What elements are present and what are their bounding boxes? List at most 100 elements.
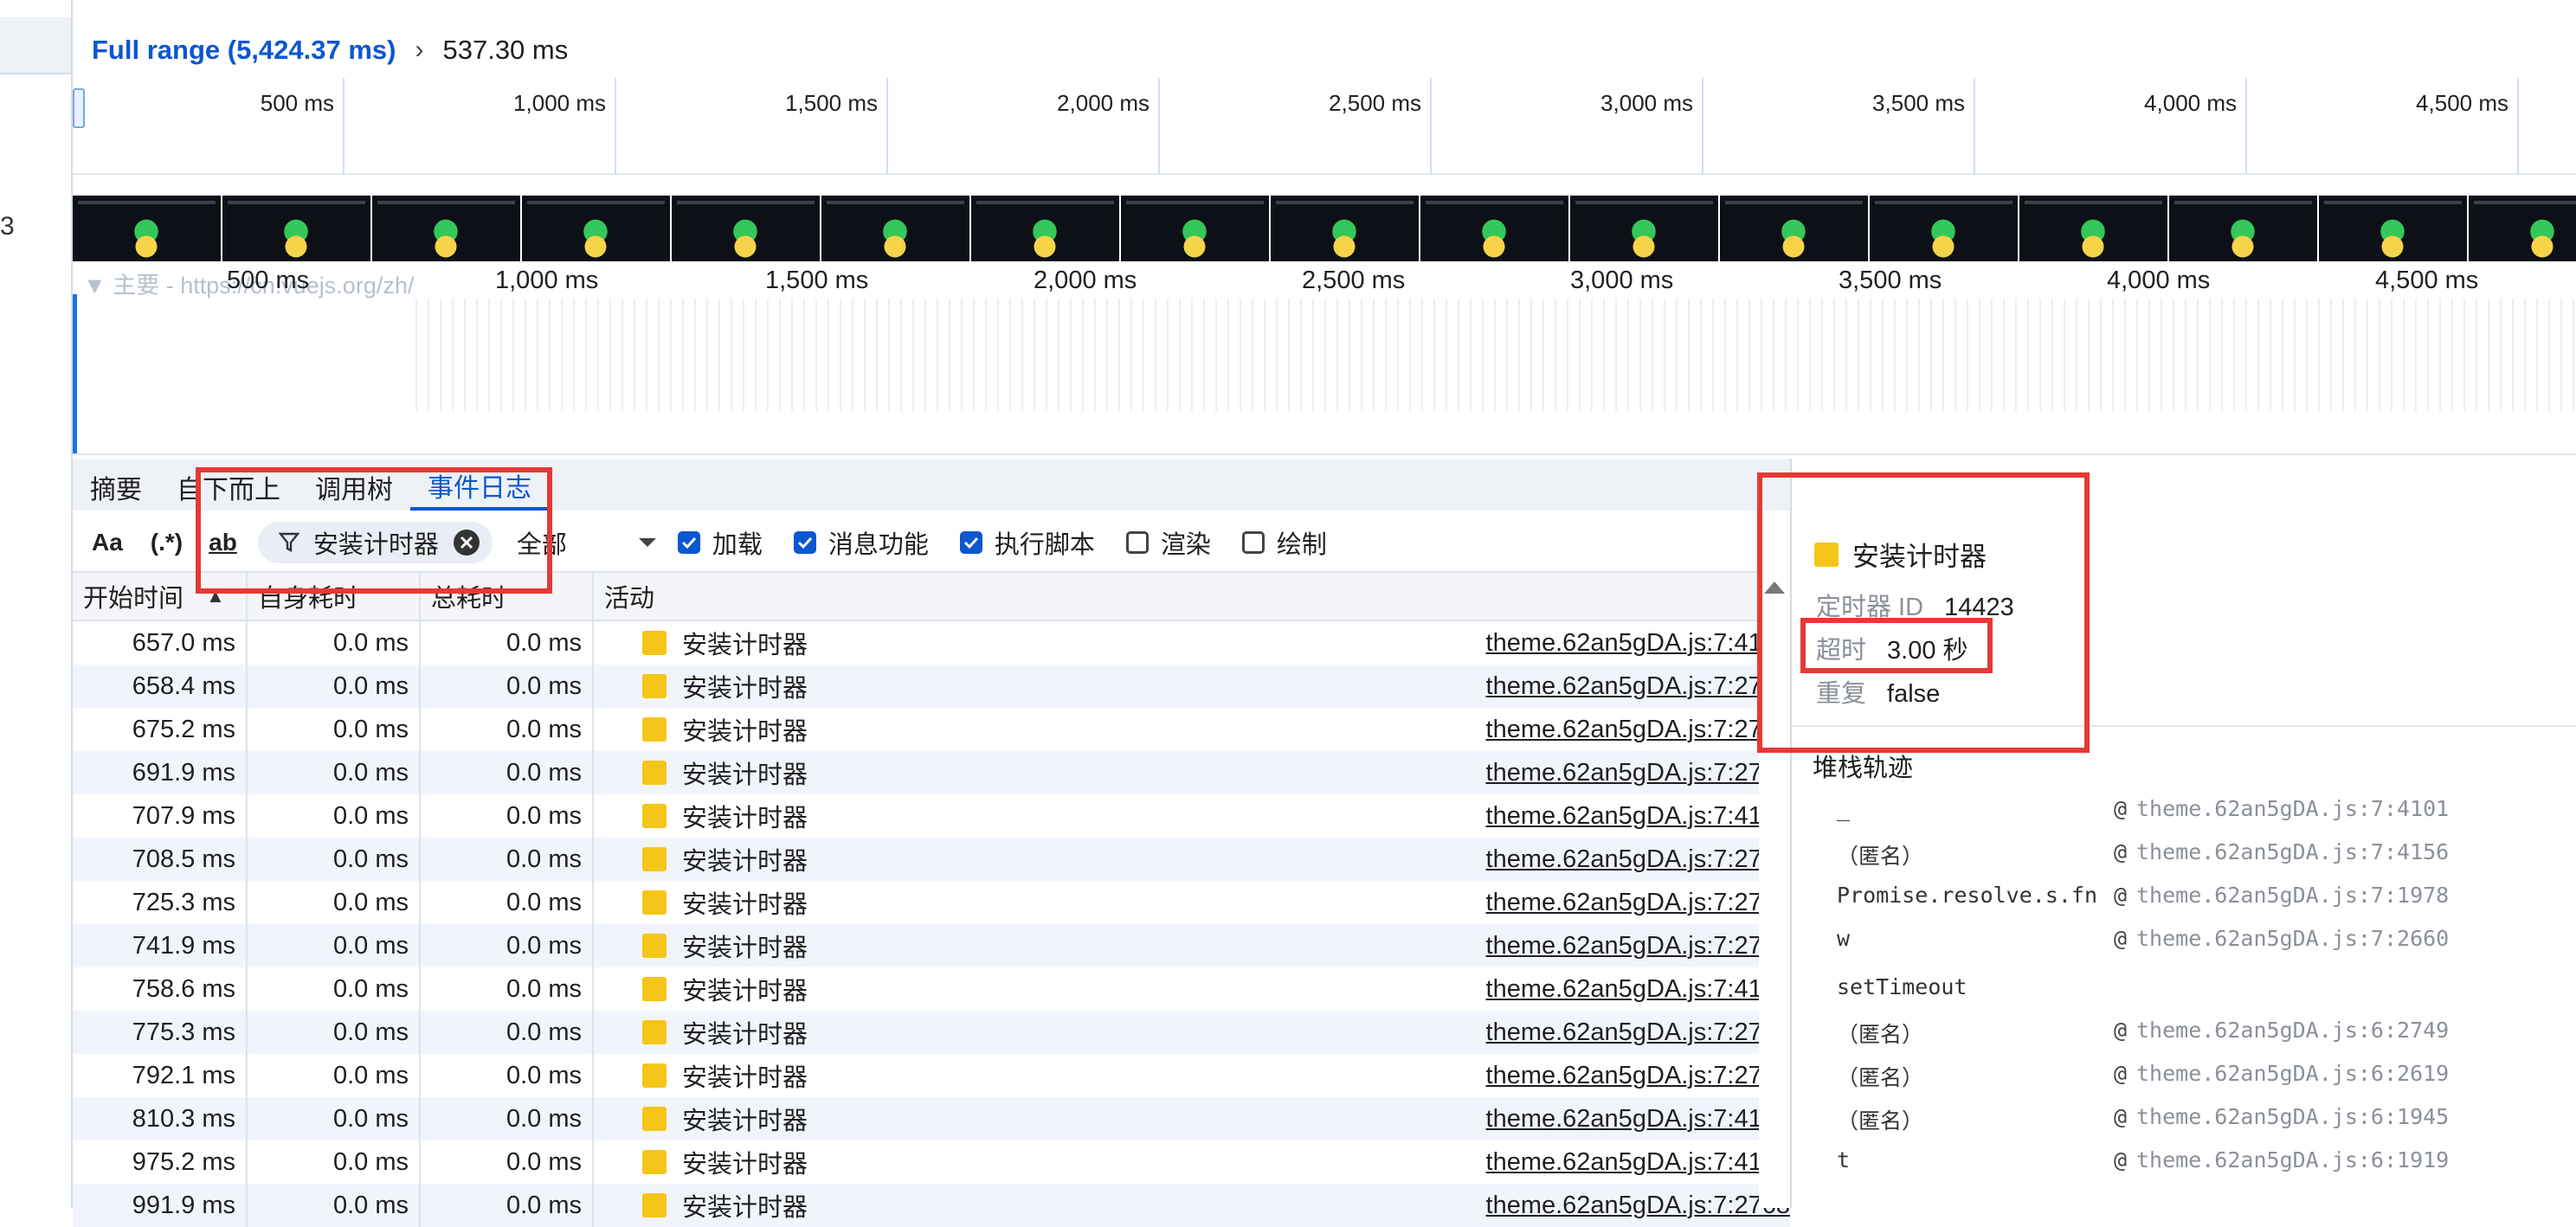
- match-case-button[interactable]: Aa: [92, 529, 123, 556]
- filmstrip-frame[interactable]: [1870, 196, 2018, 261]
- stack-location-link[interactable]: theme.62an5gDA.js:7:2660: [2136, 926, 2449, 951]
- overview-tick-label: 4,000 ms: [2144, 90, 2237, 116]
- overview-tick-label: 3,500 ms: [1872, 90, 1965, 116]
- activity-cell: 安装计时器 theme.62an5gDA.js:7:4101: [594, 621, 1790, 665]
- source-link[interactable]: theme.62an5gDA.js:7:2768: [1486, 759, 1790, 787]
- source-link[interactable]: theme.62an5gDA.js:7:4101: [1486, 975, 1790, 1004]
- category-checkbox[interactable]: 消息功能: [793, 524, 929, 561]
- filmstrip-frame[interactable]: [1121, 196, 1269, 261]
- stack-frame[interactable]: w @ theme.62an5gDA.js:7:2660: [1837, 926, 2449, 951]
- filmstrip-frame[interactable]: [2169, 196, 2317, 261]
- overview-tick-label: 2,000 ms: [1057, 90, 1150, 116]
- table-row[interactable]: 707.9 ms 0.0 ms 0.0 ms 安装计时器 theme.62an5gDA.…: [73, 794, 1790, 838]
- source-link[interactable]: theme.62an5gDA.js:7:2768: [1486, 1062, 1790, 1090]
- column-activity[interactable]: 活动: [594, 573, 1790, 620]
- stack-frame[interactable]: （匿名） @ theme.62an5gDA.js:6:2749: [1837, 1018, 2449, 1049]
- filmstrip-frame[interactable]: [971, 196, 1119, 261]
- stack-frame[interactable]: （匿名） @ theme.62an5gDA.js:7:4156: [1837, 839, 2449, 870]
- source-link[interactable]: theme.62an5gDA.js:7:2768: [1486, 716, 1790, 744]
- filmstrip-frame[interactable]: [1271, 196, 1419, 261]
- activity-name: 安装计时器: [682, 761, 808, 789]
- stack-frame[interactable]: _ @ theme.62an5gDA.js:7:4101: [1837, 796, 2449, 821]
- breadcrumb: Full range (5,424.37 ms) › 537.30 ms: [92, 29, 568, 71]
- category-checkbox[interactable]: 执行脚本: [959, 524, 1095, 561]
- tab-summary[interactable]: 摘要: [73, 464, 159, 511]
- self-time-cell: 0.0 ms: [248, 1011, 421, 1054]
- self-time-cell: 0.0 ms: [248, 1184, 421, 1227]
- activity-cell: 安装计时器 theme.62an5gDA.js:7:4101: [594, 1140, 1790, 1184]
- overview-gridline: [1702, 78, 1703, 175]
- regex-button[interactable]: (.*): [151, 529, 183, 556]
- table-row[interactable]: 675.2 ms 0.0 ms 0.0 ms 安装计时器 theme.62an5gDA.…: [73, 708, 1790, 751]
- table-row[interactable]: 792.1 ms 0.0 ms 0.0 ms 安装计时器 theme.62an5gDA.…: [73, 1054, 1790, 1097]
- filmstrip-frame[interactable]: [73, 196, 221, 261]
- vue-logo-icon: [2075, 216, 2111, 260]
- filmstrip-frame[interactable]: [2319, 196, 2467, 261]
- frame-toolbar: [976, 201, 1114, 204]
- source-link[interactable]: theme.62an5gDA.js:7:2768: [1486, 845, 1790, 874]
- filmstrip-frame[interactable]: [1720, 196, 1868, 261]
- stack-frame[interactable]: Promise.resolve.s.fn @ theme.62an5gDA.js:7…: [1837, 883, 2449, 908]
- source-link[interactable]: theme.62an5gDA.js:7:4101: [1486, 802, 1790, 831]
- filmstrip-frame[interactable]: [522, 196, 670, 261]
- stack-location-link[interactable]: theme.62an5gDA.js:7:1978: [2136, 883, 2449, 908]
- stack-frame[interactable]: （匿名） @ theme.62an5gDA.js:6:2619: [1837, 1061, 2449, 1092]
- filmstrip-frame[interactable]: [222, 196, 370, 261]
- overview-tick-label: 3,000 ms: [1600, 90, 1693, 116]
- filmstrip-frame[interactable]: [2469, 196, 2576, 261]
- track-selection-accent: [73, 294, 77, 453]
- screenshot-filmstrip[interactable]: [73, 196, 2576, 261]
- table-row[interactable]: 975.2 ms 0.0 ms 0.0 ms 安装计时器 theme.62an5gDA.…: [73, 1140, 1790, 1184]
- table-row[interactable]: 991.9 ms 0.0 ms 0.0 ms 安装计时器 theme.62an5gDA.…: [73, 1184, 1790, 1227]
- timer-color-swatch: [642, 1020, 667, 1044]
- filmstrip-frame[interactable]: [2019, 196, 2167, 261]
- checkmark-icon[interactable]: [959, 531, 982, 554]
- source-link[interactable]: theme.62an5gDA.js:7:2768: [1486, 1018, 1790, 1047]
- source-link[interactable]: theme.62an5gDA.js:7:4101: [1486, 1105, 1790, 1134]
- checkbox-empty-icon[interactable]: [1241, 531, 1265, 554]
- filmstrip-frame[interactable]: [672, 196, 820, 261]
- stack-location-link[interactable]: theme.62an5gDA.js:7:4101: [2136, 796, 2449, 821]
- table-row[interactable]: 758.6 ms 0.0 ms 0.0 ms 安装计时器 theme.62an5gDA.…: [73, 967, 1790, 1011]
- timer-color-swatch: [642, 1107, 667, 1131]
- activity-cell: 安装计时器 theme.62an5gDA.js:7:2768: [594, 1184, 1790, 1227]
- source-link[interactable]: theme.62an5gDA.js:7:4101: [1486, 1148, 1790, 1177]
- stack-at-sign: @: [2114, 796, 2128, 821]
- filmstrip-frame[interactable]: [1570, 196, 1718, 261]
- category-checkbox[interactable]: 渲染: [1125, 524, 1211, 561]
- breadcrumb-full-range[interactable]: Full range (5,424.37 ms): [92, 35, 396, 66]
- table-row[interactable]: 708.5 ms 0.0 ms 0.0 ms 安装计时器 theme.62an5gDA.…: [73, 838, 1790, 881]
- timer-color-swatch: [642, 631, 667, 655]
- source-link[interactable]: theme.62an5gDA.js:7:4101: [1486, 629, 1790, 658]
- table-row[interactable]: 657.0 ms 0.0 ms 0.0 ms 安装计时器 theme.62an5gDA.…: [73, 621, 1790, 665]
- stack-frame[interactable]: （匿名） @ theme.62an5gDA.js:6:1945: [1837, 1104, 2449, 1135]
- table-row[interactable]: 741.9 ms 0.0 ms 0.0 ms 安装计时器 theme.62an5gDA.…: [73, 924, 1790, 967]
- stack-location-link[interactable]: theme.62an5gDA.js:6:1945: [2136, 1104, 2449, 1129]
- table-row[interactable]: 725.3 ms 0.0 ms 0.0 ms 安装计时器 theme.62an5gDA.…: [73, 881, 1790, 924]
- filmstrip-frame[interactable]: [1420, 196, 1568, 261]
- table-row[interactable]: 658.4 ms 0.0 ms 0.0 ms 安装计时器 theme.62an5gDA.…: [73, 665, 1790, 708]
- filmstrip-frame[interactable]: [372, 196, 520, 261]
- stack-frame[interactable]: t @ theme.62an5gDA.js:6:1919: [1837, 1147, 2449, 1172]
- source-link[interactable]: theme.62an5gDA.js:7:2768: [1486, 932, 1790, 960]
- table-row[interactable]: 691.9 ms 0.0 ms 0.0 ms 安装计时器 theme.62an5gDA.…: [73, 751, 1790, 794]
- activity-cell: 安装计时器 theme.62an5gDA.js:7:4101: [594, 967, 1790, 1011]
- breadcrumb-current-range[interactable]: 537.30 ms: [442, 35, 568, 66]
- checkbox-empty-icon[interactable]: [1125, 531, 1149, 554]
- category-checkbox[interactable]: 加载: [677, 524, 763, 561]
- highlight-box-filter: [196, 467, 552, 594]
- table-row[interactable]: 810.3 ms 0.0 ms 0.0 ms 安装计时器 theme.62an5gDA.…: [73, 1097, 1790, 1140]
- checkmark-icon[interactable]: [793, 531, 816, 554]
- source-link[interactable]: theme.62an5gDA.js:7:2768: [1486, 1192, 1790, 1220]
- filmstrip-frame[interactable]: [821, 196, 969, 261]
- stack-location-link[interactable]: theme.62an5gDA.js:7:4156: [2136, 839, 2449, 864]
- source-link[interactable]: theme.62an5gDA.js:7:2768: [1486, 889, 1790, 917]
- table-row[interactable]: 775.3 ms 0.0 ms 0.0 ms 安装计时器 theme.62an5gDA.…: [73, 1011, 1790, 1054]
- stack-location-link[interactable]: theme.62an5gDA.js:6:2749: [2136, 1018, 2449, 1043]
- category-checkbox[interactable]: 绘制: [1241, 524, 1327, 561]
- source-link[interactable]: theme.62an5gDA.js:7:2768: [1486, 672, 1790, 701]
- stack-location-link[interactable]: theme.62an5gDA.js:6:2619: [2136, 1061, 2449, 1086]
- stack-location-link[interactable]: theme.62an5gDA.js:6:1919: [2136, 1147, 2449, 1172]
- checkmark-icon[interactable]: [677, 531, 700, 554]
- range-handle[interactable]: [73, 88, 85, 128]
